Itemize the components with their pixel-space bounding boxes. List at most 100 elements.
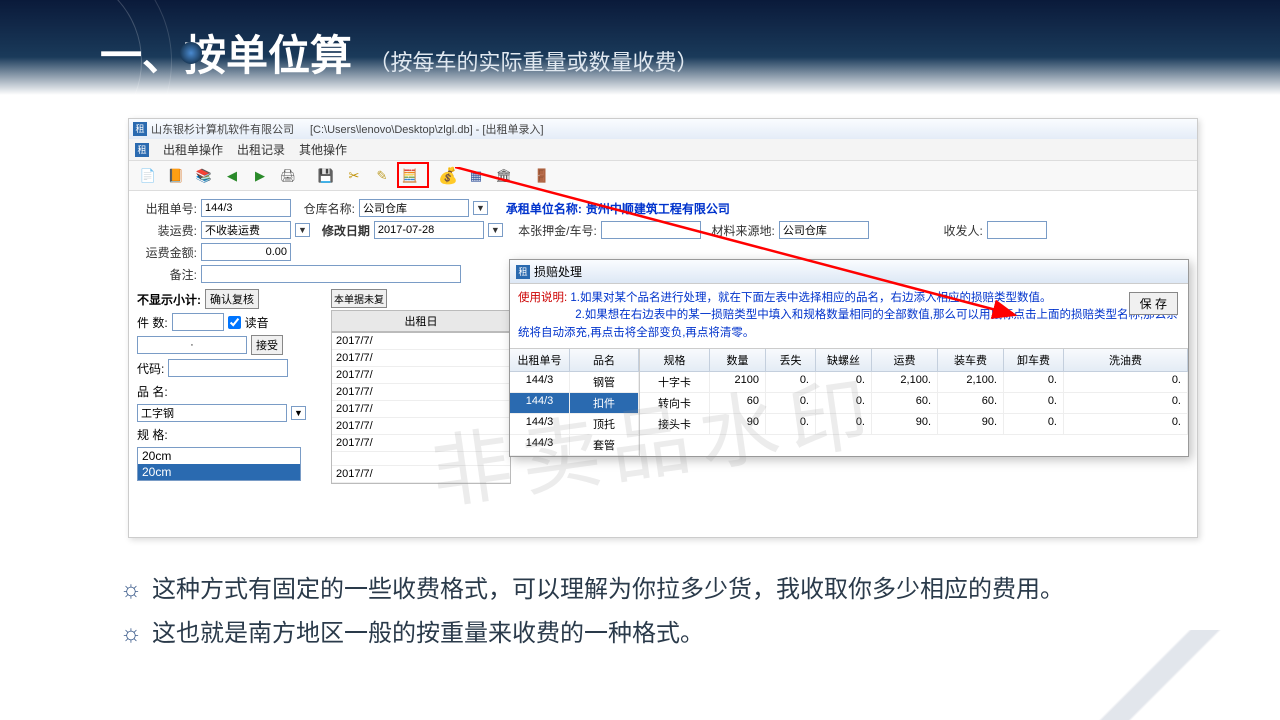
left-row[interactable]: 144/3顶托	[510, 414, 639, 435]
col-unload[interactable]: 卸车费	[1004, 349, 1064, 371]
toolbar-print-icon[interactable]: 🖨	[277, 165, 299, 187]
col-screw[interactable]: 缺螺丝	[816, 349, 872, 371]
toolbar-list-icon[interactable]: ▦	[465, 165, 487, 187]
dates-list[interactable]: 2017/7/ 2017/7/ 2017/7/ 2017/7/ 2017/7/ …	[331, 332, 511, 484]
col-qty[interactable]: 数量	[710, 349, 766, 371]
app-window: 租 山东银杉计算机软件有限公司 [C:\Users\lenovo\Desktop…	[128, 118, 1198, 538]
col-spec[interactable]: 规格	[640, 349, 710, 371]
spec-item[interactable]: 20cm	[138, 448, 300, 464]
input-rentno[interactable]	[201, 199, 291, 217]
left-row-selected[interactable]: 144/3扣件	[510, 393, 639, 414]
dialog-instructions: 使用说明: 1.如果对某个品名进行处理，就在下面左表中选择相应的品名，右边添入相…	[510, 284, 1188, 348]
footer-decoration	[1040, 630, 1280, 720]
save-button[interactable]: 保 存	[1129, 292, 1178, 315]
instr-line1: 1.如果对某个品名进行处理，就在下面左表中选择相应的品名，右边添入相应的损赔类型…	[570, 292, 1051, 304]
input-freight[interactable]	[201, 243, 291, 261]
input-code[interactable]	[168, 359, 288, 377]
chevron-down-icon[interactable]: ▼	[295, 223, 310, 237]
toolbar-new-icon[interactable]: 📄	[137, 165, 159, 187]
dialog-title-text: 损赔处理	[534, 263, 582, 280]
toolbar-calc-icon[interactable]: 🧮	[399, 165, 421, 187]
input-modify-date[interactable]	[374, 221, 484, 239]
right-row[interactable]: 十字卡21000.0.2,100.2,100.0.0.	[640, 372, 1188, 393]
menu-other-ops[interactable]: 其他操作	[299, 141, 347, 158]
slide-header: 一、按单位算 （按每车的实际重量或数量收费）	[0, 0, 1280, 95]
right-row[interactable]: 接头卡900.0.90.90.0.0.	[640, 414, 1188, 435]
date-row[interactable]: 2017/7/	[332, 350, 510, 367]
dialog-titlebar: 租 损赔处理	[510, 260, 1188, 284]
label-tenant: 承租单位名称:	[492, 200, 582, 217]
menu-rental-records[interactable]: 出租记录	[237, 141, 285, 158]
chevron-down-icon[interactable]: ▼	[488, 223, 503, 237]
dialog-right-grid: 规格 数量 丢失 缺螺丝 运费 装车费 卸车费 洗油费 十字卡21000.0.2…	[640, 349, 1188, 456]
dialog-left-grid: 出租单号 品名 144/3钢管 144/3扣件 144/3顶托 144/3套管	[510, 349, 640, 456]
label-product-name: 品 名:	[137, 383, 168, 400]
label-modify-date: 修改日期	[314, 222, 370, 239]
date-row[interactable]: 2017/7/	[332, 418, 510, 435]
sun-icon: ☼	[120, 572, 142, 608]
toolbar-save-icon[interactable]: 💾	[315, 165, 337, 187]
bullet-item: ☼ 这种方式有固定的一些收费格式，可以理解为你拉多少货，我收取你多少相应的费用。	[120, 572, 1220, 608]
toolbar-books-icon[interactable]: 📚	[193, 165, 215, 187]
dropdown-shipping[interactable]	[201, 221, 291, 239]
pending-button[interactable]: 本单据未复	[331, 289, 387, 308]
spec-listbox[interactable]: 20cm 20cm	[137, 447, 301, 481]
dropdown-warehouse[interactable]	[359, 199, 469, 217]
left-row[interactable]: 144/3钢管	[510, 372, 639, 393]
date-row[interactable]	[332, 452, 510, 466]
dropdown-product-name[interactable]	[137, 404, 287, 422]
input-source[interactable]	[779, 221, 869, 239]
col-ship[interactable]: 运费	[872, 349, 938, 371]
input-deposit[interactable]	[601, 221, 701, 239]
chevron-down-icon[interactable]: ▼	[291, 406, 306, 420]
toolbar-cut-icon[interactable]: ✂	[343, 165, 365, 187]
confirm-review-button[interactable]: 确认复核	[205, 289, 259, 309]
col-lost[interactable]: 丢失	[766, 349, 816, 371]
toolbar-next-icon[interactable]: ▶	[249, 165, 271, 187]
date-row[interactable]: 2017/7/	[332, 367, 510, 384]
left-row[interactable]: 144/3套管	[510, 435, 639, 456]
toolbar-edit-icon[interactable]: ✎	[371, 165, 393, 187]
chevron-down-icon[interactable]: ▼	[473, 201, 488, 215]
col-oil[interactable]: 洗油费	[1064, 349, 1188, 371]
instr-line2: 2.如果想在右边表中的某一损赔类型中填入和规格数量相同的全部数值,那么可以用鼠标…	[518, 309, 1178, 338]
label-readaloud: 读音	[245, 314, 269, 331]
toolbar-exit-icon[interactable]: 🚪	[531, 165, 553, 187]
col-product[interactable]: 品名	[570, 349, 639, 371]
instr-label: 使用说明:	[518, 292, 567, 304]
col-load[interactable]: 装车费	[938, 349, 1004, 371]
company-name: 山东银杉计算机软件有限公司	[151, 121, 294, 137]
menu-rental-ops[interactable]: 出租单操作	[163, 141, 223, 158]
toolbar-book-icon[interactable]: 📙	[165, 165, 187, 187]
value-tenant: 贵州中顺建筑工程有限公司	[586, 200, 730, 217]
date-row[interactable]: 2017/7/	[332, 435, 510, 452]
file-path: [C:\Users\lenovo\Desktop\zlgl.db] - [出租单…	[310, 121, 544, 137]
col-rentno[interactable]: 出租单号	[510, 349, 570, 371]
date-row[interactable]: 2017/7/	[332, 333, 510, 350]
input-receiver[interactable]	[987, 221, 1047, 239]
input-count[interactable]	[172, 313, 224, 331]
label-remark: 备注:	[137, 266, 197, 283]
app-icon: 租	[133, 122, 147, 136]
bullet-text-1: 这种方式有固定的一些收费格式，可以理解为你拉多少货，我收取你多少相应的费用。	[152, 572, 1064, 608]
dialog-body: 出租单号 品名 144/3钢管 144/3扣件 144/3顶托 144/3套管 …	[510, 348, 1188, 456]
date-row[interactable]: 2017/7/	[332, 401, 510, 418]
slide-subtitle: （按每车的实际重量或数量收费）	[368, 45, 698, 77]
checkbox-readaloud[interactable]	[228, 316, 241, 329]
header-decoration	[0, 0, 200, 95]
mid-panel: 本单据未复 出租日 2017/7/ 2017/7/ 2017/7/ 2017/7…	[331, 289, 511, 484]
date-row[interactable]: 2017/7/	[332, 384, 510, 401]
date-row[interactable]: 2017/7/	[332, 466, 510, 483]
toolbar-bank-icon[interactable]: 🏛	[493, 165, 515, 187]
accept-button[interactable]: 接受	[251, 335, 283, 355]
toolbar-money-icon[interactable]: 💰	[437, 165, 459, 187]
input-remark[interactable]	[201, 265, 461, 283]
input-count-val[interactable]	[137, 336, 247, 354]
damage-dialog: 租 损赔处理 使用说明: 1.如果对某个品名进行处理，就在下面左表中选择相应的品…	[509, 259, 1189, 457]
toolbar-prev-icon[interactable]: ◀	[221, 165, 243, 187]
label-freight: 运费金额:	[137, 244, 197, 261]
menubar: 租 出租单操作 出租记录 其他操作	[129, 139, 1197, 161]
header-dot	[180, 42, 202, 64]
right-row[interactable]: 转向卡600.0.60.60.0.0.	[640, 393, 1188, 414]
spec-item-selected[interactable]: 20cm	[138, 464, 300, 480]
